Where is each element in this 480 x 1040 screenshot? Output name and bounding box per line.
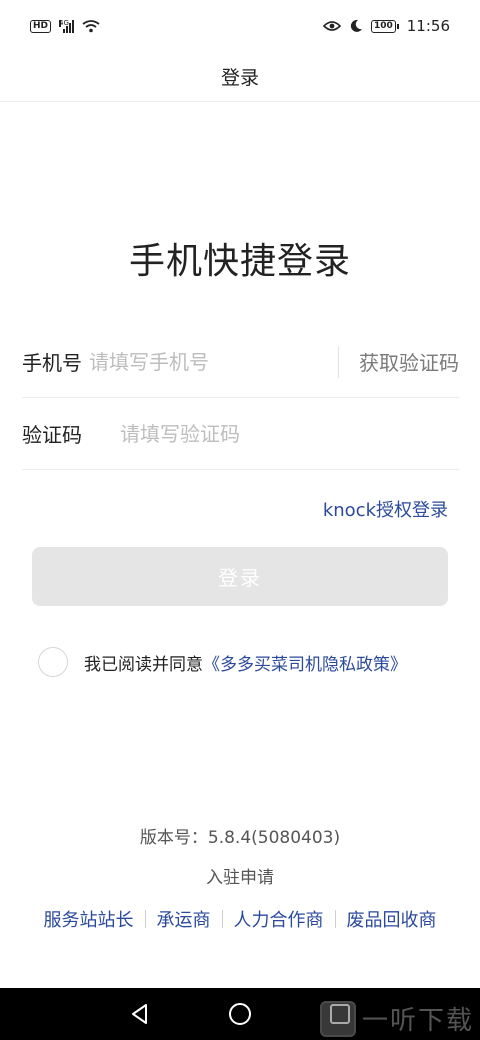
knock-login-link[interactable]: knock授权登录	[323, 496, 448, 522]
privacy-policy-link[interactable]: 《多多买菜司机隐私政策》	[203, 650, 407, 675]
login-button[interactable]: 登录	[32, 547, 448, 606]
nav-header: 登录	[0, 52, 480, 102]
phone-row: 手机号 获取验证码	[22, 326, 459, 398]
agreement-checkbox[interactable]	[38, 647, 68, 677]
role-link-carrier[interactable]: 承运商	[146, 906, 222, 932]
role-links: 服务站站长 承运商 人力合作商 废品回收商	[0, 906, 480, 932]
code-label: 验证码	[22, 423, 82, 447]
watermark: 一听下载	[319, 1000, 474, 1037]
cellular-signal-icon: 4G	[59, 18, 75, 33]
battery-level: 100	[370, 19, 396, 33]
role-link-station-master[interactable]: 服务站站长	[33, 906, 145, 932]
role-link-recycler[interactable]: 废品回收商	[336, 906, 448, 932]
get-code-button[interactable]: 获取验证码	[338, 345, 459, 378]
battery-icon: 100	[370, 19, 399, 33]
role-link-labor-partner[interactable]: 人力合作商	[223, 906, 335, 932]
page-title: 登录	[220, 67, 259, 89]
watermark-logo-icon	[319, 1000, 356, 1037]
code-row: 验证码	[22, 398, 459, 470]
back-triangle-icon	[132, 1004, 147, 1024]
home-circle-icon	[229, 1003, 251, 1025]
hd-icon: HD	[30, 19, 52, 33]
code-input[interactable]	[120, 421, 459, 446]
status-time: 11:56	[406, 17, 450, 35]
back-button[interactable]	[125, 999, 155, 1029]
version-label: 版本号：5.8.4(5080403)	[139, 828, 341, 848]
eye-comfort-icon	[322, 21, 341, 31]
phone-label: 手机号	[22, 351, 82, 375]
agreement-text: 我已阅读并同意	[84, 654, 203, 675]
network-type-label: 4G	[59, 18, 69, 27]
login-heading: 手机快捷登录	[128, 241, 351, 282]
phone-input[interactable]	[89, 349, 338, 374]
agreement-row: 我已阅读并同意 《多多买菜司机隐私政策》	[38, 647, 407, 677]
status-bar: HD 4G 100 11:56	[0, 0, 480, 52]
apply-link[interactable]: 入驻申请	[0, 863, 480, 888]
status-right: 100 11:56	[322, 17, 450, 35]
watermark-text: 一听下载	[361, 1006, 474, 1036]
moon-icon	[350, 19, 362, 32]
home-button[interactable]	[225, 999, 255, 1029]
status-left: HD 4G	[30, 19, 100, 33]
wifi-icon	[82, 20, 100, 33]
